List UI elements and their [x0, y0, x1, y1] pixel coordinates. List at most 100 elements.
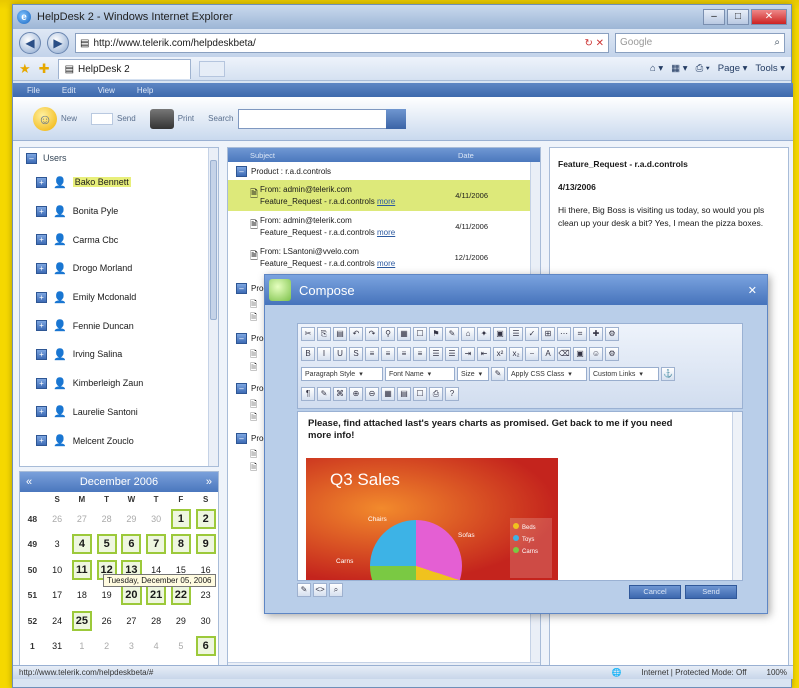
next-month-icon[interactable]: » — [206, 476, 212, 488]
calendar-day[interactable]: 29 — [119, 506, 144, 532]
subject-column[interactable]: Subject — [228, 151, 458, 160]
close-window-button[interactable]: ✕ — [751, 9, 787, 25]
app-search-button[interactable] — [385, 108, 406, 129]
editor-tool-icon[interactable]: ⌗ — [573, 327, 587, 341]
editor-tool-icon[interactable]: ☐ — [413, 327, 427, 341]
editor-tool-icon[interactable]: ✓ — [525, 327, 539, 341]
calendar-day[interactable]: 4 — [144, 634, 169, 660]
expand-icon[interactable]: + — [36, 234, 47, 246]
paragraph-style-select[interactable]: Paragraph Style ▾ — [301, 367, 383, 381]
link-icon[interactable]: ⚓ — [661, 367, 675, 381]
size-select[interactable]: Size ▾ — [457, 367, 489, 381]
editor-tool-icon[interactable]: ⌂ — [461, 327, 475, 341]
calendar-day[interactable]: 30 — [193, 608, 218, 634]
tools-menu[interactable]: Tools ▾ — [755, 63, 785, 74]
calendar-day[interactable]: 5 — [169, 634, 194, 660]
editor-tool-icon[interactable]: ▤ — [397, 387, 411, 401]
users-scrollbar[interactable] — [208, 148, 218, 466]
week-number[interactable]: 50 — [20, 557, 45, 583]
group-collapse-icon[interactable]: – — [236, 382, 247, 394]
editor-tool-icon[interactable]: ☰ — [445, 347, 459, 361]
cancel-button[interactable]: Cancel — [629, 585, 681, 599]
expand-icon[interactable]: + — [36, 176, 47, 188]
browser-tab[interactable]: ▤ HelpDesk 2 — [57, 58, 191, 79]
user-item[interactable]: + 👤 Bonita Pyle — [20, 197, 218, 226]
preview-mode-icon[interactable]: ⌕ — [329, 583, 343, 597]
back-arrow-icon[interactable]: ◀ — [19, 32, 41, 54]
user-item[interactable]: + 👤 Kimberleigh Zaun — [20, 369, 218, 398]
week-number[interactable]: 48 — [20, 506, 45, 532]
collapse-icon[interactable]: – — [26, 152, 37, 164]
page-menu[interactable]: Page ▾ — [718, 63, 748, 74]
calendar-day[interactable]: 8 — [169, 532, 194, 558]
message-row[interactable]: 🗎 From: admin@telerik.com Feature_Request … — [228, 180, 540, 211]
browser-search-input[interactable]: Google ⌕ — [615, 33, 785, 53]
prev-month-icon[interactable]: « — [26, 476, 32, 488]
calendar-day[interactable]: 2 — [94, 634, 119, 660]
editor-tool-icon[interactable]: ⇥ — [461, 347, 475, 361]
send-button[interactable]: Send — [91, 112, 136, 125]
week-number[interactable]: 1 — [20, 634, 45, 660]
editor-tool-icon[interactable]: ≡ — [413, 347, 427, 361]
feeds-icon[interactable]: ▦ ▾ — [671, 63, 687, 74]
week-number[interactable]: 51 — [20, 583, 45, 609]
calendar-day[interactable]: 6 — [119, 532, 144, 558]
editor-tool-icon[interactable]: ↷ — [365, 327, 379, 341]
user-item[interactable]: + 👤 Carma Cbc — [20, 225, 218, 254]
expand-icon[interactable]: + — [36, 348, 47, 360]
calendar-day[interactable]: 9 — [193, 532, 218, 558]
menu-file[interactable]: File — [27, 86, 40, 95]
group-collapse-icon[interactable]: – — [236, 432, 247, 444]
editor-tool-icon[interactable]: S — [349, 347, 363, 361]
html-mode-icon[interactable]: <> — [313, 583, 327, 597]
editor-tool-icon[interactable]: ⎯ — [525, 347, 539, 361]
expand-icon[interactable]: + — [36, 406, 47, 418]
calendar-day[interactable]: 3 — [119, 634, 144, 660]
highlight-icon[interactable]: ✎ — [491, 367, 505, 381]
add-favorite-icon[interactable]: ✚ — [39, 61, 50, 77]
app-search-input[interactable] — [237, 108, 396, 129]
group-collapse-icon[interactable]: – — [236, 282, 247, 294]
calendar-day[interactable]: 1 — [70, 634, 95, 660]
editor-tool-icon[interactable]: ✦ — [477, 327, 491, 341]
new-button[interactable]: ☺ New — [33, 106, 77, 131]
editor-scrollbar[interactable] — [732, 412, 742, 580]
editor-tool-icon[interactable]: ✎ — [317, 387, 331, 401]
editor-tool-icon[interactable]: ☰ — [509, 327, 523, 341]
calendar-day[interactable]: 2 — [193, 506, 218, 532]
forward-arrow-icon[interactable]: ▶ — [47, 32, 69, 54]
user-item[interactable]: + 👤 Fennie Duncan — [20, 311, 218, 340]
expand-icon[interactable]: + — [36, 205, 47, 217]
editor-content[interactable]: Please, find attached last's years chart… — [297, 411, 743, 581]
calendar-day[interactable]: 24 — [45, 608, 70, 634]
editor-tool-icon[interactable]: ⚙ — [605, 327, 619, 341]
calendar-day[interactable]: 31 — [45, 634, 70, 660]
home-icon[interactable]: ⌂ ▾ — [650, 63, 663, 74]
favorites-star-icon[interactable]: ★ — [19, 61, 31, 77]
users-header[interactable]: – Users — [20, 148, 218, 168]
maximize-button[interactable]: □ — [727, 9, 749, 25]
calendar-day[interactable]: 17 — [45, 583, 70, 609]
editor-tool-icon[interactable]: ✎ — [445, 327, 459, 341]
group-collapse-icon[interactable]: – — [236, 332, 247, 344]
editor-tool-icon[interactable]: ≡ — [397, 347, 411, 361]
calendar-day[interactable]: 26 — [94, 608, 119, 634]
close-icon[interactable]: ✕ — [748, 284, 757, 297]
search-icon[interactable]: ⌕ — [774, 37, 780, 49]
editor-tool-icon[interactable]: I — [317, 347, 331, 361]
editor-tool-icon[interactable]: ⌫ — [557, 347, 571, 361]
editor-tool-icon[interactable]: ≡ — [381, 347, 395, 361]
font-name-select[interactable]: Font Name ▾ — [385, 367, 455, 381]
editor-tool-icon[interactable]: ☺ — [589, 347, 603, 361]
editor-tool-icon[interactable]: ↶ — [349, 327, 363, 341]
editor-tool-icon[interactable]: B — [301, 347, 315, 361]
editor-tool-icon[interactable]: ⚙ — [605, 347, 619, 361]
editor-tool-icon[interactable]: ▣ — [573, 347, 587, 361]
calendar-day[interactable]: 7 — [144, 532, 169, 558]
custom-links-select[interactable]: Custom Links ▾ — [589, 367, 659, 381]
group-collapse-icon[interactable]: – — [236, 165, 247, 177]
menu-edit[interactable]: Edit — [62, 86, 76, 95]
url-field[interactable]: ▤ http://www.telerik.com/helpdeskbeta/ ↻… — [75, 33, 609, 53]
menu-view[interactable]: View — [98, 86, 115, 95]
print-icon[interactable]: ⎙ ▾ — [696, 63, 710, 74]
